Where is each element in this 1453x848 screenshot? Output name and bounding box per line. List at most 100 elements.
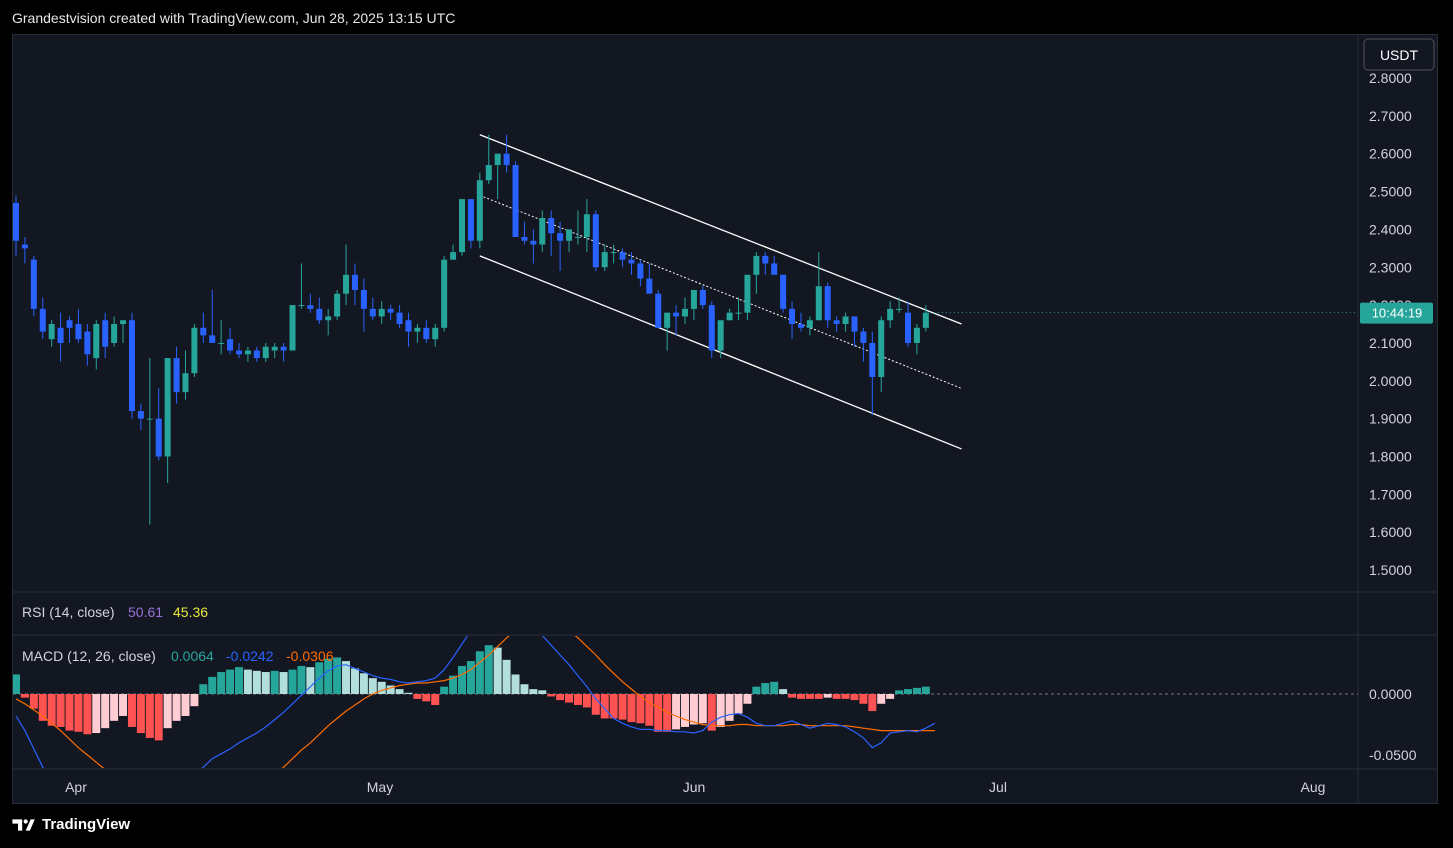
macd-hist-bar	[127, 694, 136, 727]
candle-body	[619, 252, 626, 260]
candle-body	[450, 252, 457, 260]
macd-hist-bar	[529, 689, 538, 694]
macd-hist-bar	[38, 694, 47, 721]
price-tick-label: 1.7000	[1369, 486, 1412, 502]
time-axis-label: Apr	[65, 779, 87, 795]
candle-body	[307, 305, 314, 309]
candle-body	[173, 358, 180, 393]
candle-body	[922, 312, 929, 328]
price-tick-label: 2.8000	[1369, 70, 1412, 86]
candle-body	[155, 418, 162, 457]
candle-body	[735, 312, 742, 314]
macd-hist-bar	[377, 681, 386, 694]
candle-body	[298, 305, 305, 307]
candle-body	[39, 308, 46, 332]
currency-label[interactable]: USDT	[1380, 47, 1419, 63]
candle-body	[271, 346, 278, 351]
macd-hist-bar	[511, 674, 520, 694]
macd-hist-bar	[904, 689, 912, 694]
price-tick-label: 2.3000	[1369, 259, 1412, 275]
candle-body	[860, 331, 867, 343]
macd-hist-bar	[440, 686, 449, 694]
macd-hist-bar	[814, 694, 823, 699]
candle-body	[360, 289, 367, 309]
macd-hist-bar	[591, 694, 600, 715]
macd-hist-bar	[493, 647, 502, 694]
candle-body	[244, 350, 251, 355]
tradingview-logo: TradingView	[12, 816, 130, 833]
candle-body	[387, 308, 394, 313]
time-axis-label: Jun	[683, 779, 706, 795]
candle-body	[851, 316, 858, 332]
candle-body	[289, 305, 296, 351]
macd-hist-value: 0.0064	[171, 648, 214, 664]
macd-hist-bar	[458, 665, 466, 694]
candle-body	[280, 346, 287, 351]
candle-body	[521, 236, 528, 241]
price-tick-label: 1.8000	[1369, 449, 1412, 465]
candle-body	[842, 316, 849, 325]
macd-hist-bar	[56, 694, 65, 727]
macd-hist-bar	[29, 694, 38, 709]
macd-hist-bar	[226, 669, 235, 694]
macd-hist-bar	[538, 690, 547, 694]
candle-body	[539, 218, 546, 245]
candle-body	[325, 316, 332, 321]
candle-body	[21, 244, 28, 249]
price-tick-label: 2.1000	[1369, 335, 1412, 351]
macd-hist-bar	[217, 672, 226, 694]
macd-hist-bar	[288, 669, 297, 694]
macd-label: MACD (12, 26, close)	[22, 648, 156, 664]
macd-hist-bar	[725, 694, 734, 721]
macd-hist-bar	[475, 651, 484, 694]
macd-value: -0.0242	[226, 648, 274, 664]
candle-body	[84, 331, 91, 355]
time-axis-label: Aug	[1301, 779, 1326, 795]
candle-body	[200, 327, 207, 336]
candle-body	[753, 255, 760, 275]
candle-body	[503, 153, 510, 166]
candle-body	[182, 373, 189, 393]
candle-body	[762, 255, 769, 264]
macd-hist-bar	[350, 668, 359, 694]
rsi-ma-value: 45.36	[173, 604, 208, 620]
candle-body	[467, 199, 474, 241]
macd-signal-value: -0.0306	[286, 648, 334, 664]
candle-body	[824, 286, 831, 321]
tradingview-brand: TradingView	[42, 816, 131, 833]
candle-body	[476, 180, 483, 241]
candle-body	[557, 233, 564, 241]
candle-body	[833, 320, 840, 325]
macd-hist-bar	[92, 694, 101, 734]
candle-body	[905, 312, 911, 343]
macd-hist-bar	[404, 692, 413, 694]
macd-hist-bar	[565, 694, 574, 703]
trading-chart[interactable]: 2.80002.70002.60002.50002.40002.30002.20…	[0, 0, 1453, 848]
candle-body	[262, 346, 269, 359]
candle-body	[369, 308, 376, 317]
macd-hist-bar	[270, 670, 279, 694]
candle-body	[209, 335, 216, 343]
candle-body	[137, 411, 144, 419]
candle-body	[744, 274, 751, 313]
macd-hist-bar	[895, 690, 904, 694]
macd-hist-bar	[681, 694, 689, 727]
tradingview-logo-icon	[12, 818, 35, 831]
macd-hist-bar	[154, 694, 163, 741]
time-axis-label: May	[367, 779, 393, 795]
macd-hist-bar	[788, 694, 797, 698]
candle-body	[75, 324, 82, 340]
macd-hist-bar	[734, 694, 743, 714]
candle-body	[93, 324, 100, 359]
candle-body	[815, 286, 822, 321]
macd-hist-bar	[172, 694, 181, 721]
macd-hist-bar	[556, 694, 565, 701]
candle-body	[806, 320, 813, 328]
macd-hist-bar	[627, 694, 636, 723]
macd-hist-bar	[422, 694, 431, 702]
macd-hist-bar	[672, 694, 681, 730]
macd-hist-bar	[573, 694, 582, 705]
macd-hist-bar	[841, 694, 850, 699]
macd-hist-bar	[261, 672, 270, 694]
macd-hist-bar	[805, 694, 814, 699]
